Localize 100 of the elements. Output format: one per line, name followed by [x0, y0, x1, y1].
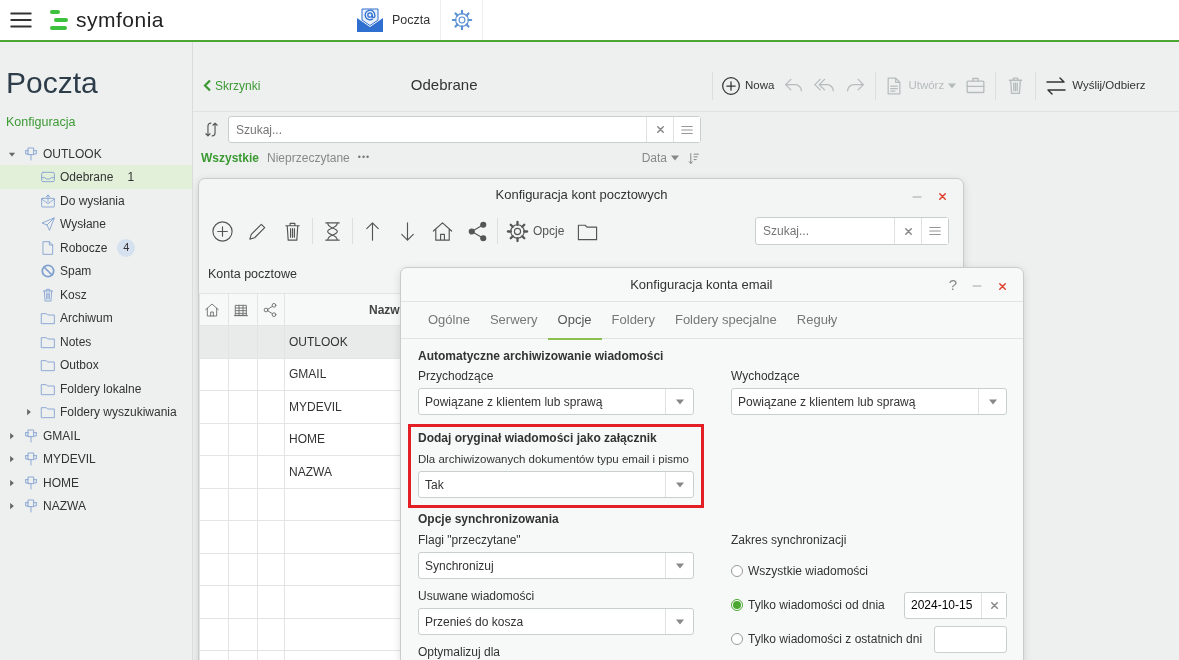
- inbox-icon: [40, 169, 56, 185]
- radio-label: Tylko wiadomości od dnia: [748, 598, 885, 612]
- page-title: Poczta: [5, 65, 99, 99]
- tree-item[interactable]: Foldery wyszukiwania: [0, 400, 192, 424]
- tree-item[interactable]: HOME: [0, 470, 192, 495]
- module-tab[interactable]: Poczta: [344, 0, 441, 40]
- tree-label: NAZWA: [43, 498, 86, 515]
- column-header[interactable]: Nazw: [369, 302, 400, 317]
- settings-icon: [506, 219, 529, 243]
- building-icon[interactable]: [233, 302, 249, 319]
- tree-label: Robocze: [60, 239, 108, 257]
- settings-icon[interactable]: [450, 9, 473, 31]
- envelope-icon: [40, 192, 56, 209]
- tree-item[interactable]: Do wysłania: [0, 188, 192, 213]
- menu-button[interactable]: [673, 117, 700, 142]
- home-icon[interactable]: [431, 219, 454, 243]
- tree-label: HOME: [43, 474, 79, 492]
- table-cell: NAZWA: [289, 464, 332, 479]
- count-text: 1: [127, 169, 135, 186]
- tree-item[interactable]: Odebrane 1: [0, 165, 192, 189]
- share-icon[interactable]: [466, 219, 489, 243]
- share-icon[interactable]: [262, 302, 278, 319]
- tree-label: Kosz: [60, 286, 87, 304]
- dropdown[interactable]: Tak: [418, 471, 694, 498]
- folder-icon: [40, 310, 56, 326]
- close-icon: [988, 599, 1000, 611]
- tab[interactable]: Foldery specjalne: [664, 302, 787, 340]
- close-icon: [902, 225, 914, 237]
- dropdown[interactable]: Synchronizuj: [418, 552, 694, 579]
- plus-icon: [721, 75, 741, 96]
- tree-item[interactable]: GMAIL: [0, 423, 192, 448]
- list-title: Odebrane: [409, 75, 479, 96]
- date-field[interactable]: 2024-10-15: [904, 591, 1007, 619]
- field-label: Usuwane wiadomości: [418, 589, 536, 603]
- tree-label: Foldery wyszukiwania: [60, 404, 177, 421]
- tab[interactable]: Serwery: [479, 302, 548, 340]
- tree-label: Spam: [60, 263, 92, 280]
- tree-item[interactable]: MYDEVIL: [0, 447, 192, 471]
- clear-button[interactable]: [981, 592, 1006, 618]
- mailbox-icon: [23, 145, 39, 162]
- tab[interactable]: Reguły: [786, 302, 848, 340]
- field-label: Wychodzące: [731, 369, 801, 383]
- count-badge: 4: [117, 238, 136, 257]
- dropdown[interactable]: Powiązane z klientem lub sprawą: [418, 388, 694, 415]
- toolbar-button[interactable]: Nowa: [717, 75, 779, 96]
- tree-item[interactable]: Robocze 4: [0, 235, 192, 260]
- search-input[interactable]: Szukaj...: [229, 117, 646, 142]
- close-icon: [937, 191, 948, 203]
- caret-icon: [671, 155, 679, 161]
- tree-label: Do wysłania: [60, 192, 125, 210]
- tab[interactable]: Foldery: [601, 302, 665, 340]
- logo-text: symfonia: [76, 7, 165, 34]
- caret-icon: [988, 398, 997, 405]
- search-input[interactable]: Szukaj...: [756, 218, 894, 244]
- mail-icon: [356, 7, 385, 33]
- tree-item[interactable]: Wysłane: [0, 212, 192, 236]
- more-button[interactable]: •••: [357, 151, 371, 165]
- caret-icon: [675, 398, 684, 405]
- tab[interactable]: Ogólne: [418, 302, 480, 340]
- tree-item[interactable]: Kosz: [0, 282, 192, 307]
- close-icon: [997, 280, 1008, 292]
- tree-item[interactable]: OUTLOOK: [0, 141, 192, 166]
- folder-icon: [40, 357, 56, 373]
- document-icon: [40, 239, 56, 256]
- options-button[interactable]: Opcje: [500, 219, 571, 243]
- search-field[interactable]: Szukaj...: [228, 116, 701, 143]
- plus-icon[interactable]: [211, 219, 234, 243]
- close-icon: [654, 124, 666, 135]
- home-icon[interactable]: [204, 302, 220, 319]
- section-title: Konta pocztowe: [208, 267, 297, 281]
- dropdown[interactable]: Przenieś do kosza: [418, 608, 694, 635]
- tree-item[interactable]: Foldery lokalne: [0, 376, 192, 401]
- menu-button[interactable]: [921, 218, 948, 244]
- field-label: Przychodzące: [418, 369, 495, 383]
- chevron-icon: [203, 79, 212, 92]
- field-label: Flagi "przeczytane": [418, 533, 522, 547]
- caret-icon: [675, 481, 684, 488]
- logo-icon: [50, 9, 68, 31]
- sync-icon[interactable]: [203, 121, 220, 138]
- tree-item[interactable]: Outbox: [0, 353, 192, 377]
- search-field[interactable]: Szukaj...: [755, 217, 949, 245]
- window-title: Konfiguracja kont pocztowych: [494, 186, 669, 205]
- radio-button[interactable]: [731, 633, 743, 645]
- mailbox-icon: [23, 498, 39, 514]
- radio-button[interactable]: [731, 599, 743, 611]
- menu-icon: [928, 224, 942, 238]
- toolbar-button[interactable]: Wyślij/Odbierz: [1040, 73, 1150, 98]
- tree-item[interactable]: Spam: [0, 259, 192, 283]
- table-cell: HOME: [289, 432, 325, 447]
- dropdown[interactable]: Powiązane z klientem lub sprawą: [731, 388, 1007, 415]
- tree-item[interactable]: Archiwum: [0, 306, 192, 330]
- send-icon: [40, 216, 56, 232]
- tree-item[interactable]: Notes: [0, 329, 192, 354]
- trash-icon: [40, 286, 56, 303]
- sort-icon[interactable]: [687, 151, 700, 165]
- tree-label: MYDEVIL: [43, 451, 96, 468]
- date-input[interactable]: 2024-10-15: [905, 592, 981, 618]
- tree-item[interactable]: NAZWA: [0, 494, 192, 518]
- radio-button[interactable]: [731, 565, 743, 577]
- number-field[interactable]: [934, 625, 1007, 653]
